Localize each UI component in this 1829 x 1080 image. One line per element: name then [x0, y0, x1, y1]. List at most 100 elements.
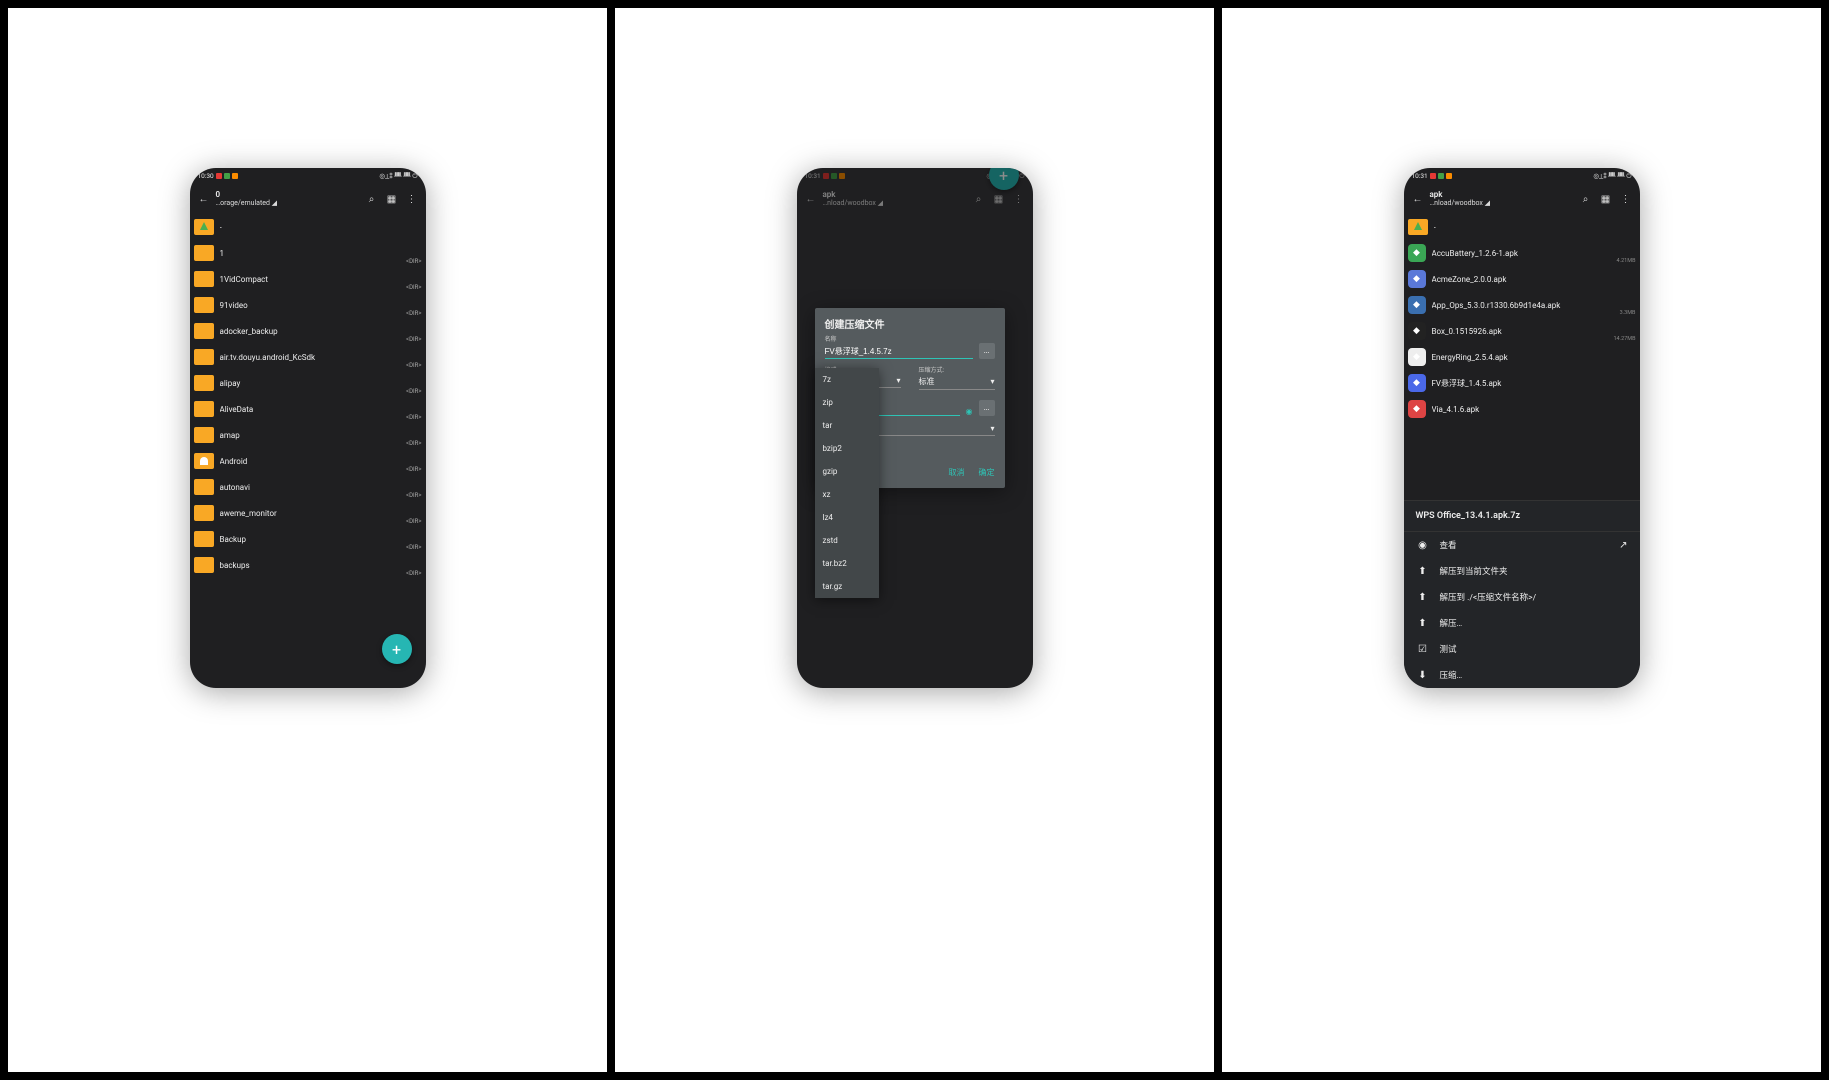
list-item[interactable]: Backup<DIR> [190, 526, 426, 552]
item-label: air.tv.douyu.android_KcSdk [220, 353, 422, 362]
panel-2: 10:31 ◎⟂⁑ ᚙ ᚙ ⏻ ← apk …nload/woodbox ◢ ⌕… [615, 8, 1222, 1072]
path-picker-button[interactable]: … [979, 343, 995, 359]
chevron-down-icon: ▾ [990, 377, 994, 386]
chevron-down-icon: ▾ [990, 424, 994, 433]
path-title[interactable]: apk …nload/woodbox ◢ [823, 191, 967, 207]
title-line2: …nload/woodbox ◢ [1430, 200, 1574, 208]
item-meta: 3.3MB [1620, 310, 1636, 316]
grid-icon[interactable]: ▦ [991, 191, 1007, 207]
item-label: AcmeZone_2.0.0.apk [1432, 275, 1636, 284]
overflow-icon[interactable]: ⋮ [1618, 191, 1634, 207]
format-option[interactable]: xz [815, 483, 879, 506]
back-icon[interactable]: ← [196, 191, 212, 207]
list-item[interactable]: ◆ Via_4.1.6.apk [1404, 396, 1640, 422]
folder-icon [194, 375, 214, 391]
list-item[interactable]: ◆Box_0.1515926.apk14.27MB [1404, 318, 1640, 344]
status-time: 10:31 [805, 172, 821, 180]
cancel-button[interactable]: 取消 [949, 467, 965, 478]
ok-button[interactable]: 确定 [979, 467, 995, 478]
list-item[interactable]: ◆AccuBattery_1.2.6-1.apk4.21MB [1404, 240, 1640, 266]
folder-icon [194, 479, 214, 495]
sheet-title: WPS Office_13.4.1.apk.7z [1404, 501, 1640, 532]
format-option[interactable]: bzip2 [815, 437, 879, 460]
list-item[interactable]: 1VidCompact<DIR> [190, 266, 426, 292]
title-line2: …orage/emulated ◢ [216, 200, 360, 208]
list-item[interactable]: backups<DIR> [190, 552, 426, 578]
item-label: Backup [220, 535, 422, 544]
status-icon [839, 173, 845, 179]
file-list[interactable]: -1<DIR>1VidCompact<DIR>91video<DIR>adock… [190, 214, 426, 688]
app-bar: ← apk …nload/woodbox ◢ ⌕ ▦ ⋮ [1404, 184, 1640, 214]
search-icon[interactable]: ⌕ [971, 191, 987, 207]
list-item[interactable]: air.tv.douyu.android_KcSdk<DIR> [190, 344, 426, 370]
sheet-action[interactable]: ⬇压缩… [1404, 662, 1640, 688]
apk-icon: ◆ [1408, 244, 1426, 262]
dir-tag: <DIR> [406, 544, 421, 551]
fab-add[interactable]: + [382, 634, 412, 664]
format-option[interactable]: zstd [815, 529, 879, 552]
list-item[interactable]: ◆EnergyRing_2.5.4.apk [1404, 344, 1640, 370]
format-option[interactable]: tar.gz [815, 575, 879, 598]
format-option[interactable]: tar [815, 414, 879, 437]
list-item[interactable]: 91video<DIR> [190, 292, 426, 318]
grid-icon[interactable]: ▦ [384, 191, 400, 207]
sheet-action[interactable]: ⬆解压到 ./<压缩文件名称>/ [1404, 584, 1640, 610]
dir-tag: <DIR> [406, 258, 421, 265]
sheet-action[interactable]: ⬆解压到当前文件夹 [1404, 558, 1640, 584]
list-item[interactable]: ◆FV悬浮球_1.4.5.apk [1404, 370, 1640, 396]
list-item[interactable]: alipay<DIR> [190, 370, 426, 396]
list-item[interactable]: autonavi<DIR> [190, 474, 426, 500]
filename-input[interactable] [825, 345, 973, 359]
item-label: App_Ops_5.3.0.r1330.6b9d1e4a.apk [1432, 301, 1636, 310]
name-label: 名称 [825, 334, 995, 343]
password-helper-button[interactable]: … [979, 400, 995, 416]
overflow-icon[interactable]: ⋮ [1011, 191, 1027, 207]
item-label: Android [220, 457, 422, 466]
list-item[interactable]: 1<DIR> [190, 240, 426, 266]
list-item[interactable]: amap<DIR> [190, 422, 426, 448]
item-label: AliveData [220, 405, 422, 414]
format-options-list[interactable]: 7zziptarbzip2gzipxzlz4zstdtar.bz2tar.gz [815, 368, 879, 598]
item-label: Via_4.1.6.apk [1432, 405, 1636, 414]
sheet-action[interactable]: ◉查看↗ [1404, 532, 1640, 558]
back-icon[interactable]: ← [803, 191, 819, 207]
chevron-down-icon: ▾ [896, 376, 900, 385]
folder-icon [194, 349, 214, 365]
item-label: EnergyRing_2.5.4.apk [1432, 353, 1636, 362]
search-icon[interactable]: ⌕ [1578, 191, 1594, 207]
list-item[interactable]: - [1404, 214, 1640, 240]
compress-value: 标准 [919, 376, 935, 387]
item-label: Box_0.1515926.apk [1432, 327, 1636, 336]
action-icon: ◉ [1416, 540, 1430, 551]
folder-icon [194, 297, 214, 313]
list-item[interactable]: - [190, 214, 426, 240]
sheet-action[interactable]: ⬆解压… [1404, 610, 1640, 636]
action-icon: ⬆ [1416, 592, 1430, 603]
status-icon [1430, 173, 1436, 179]
path-title[interactable]: apk …nload/woodbox ◢ [1430, 191, 1574, 207]
grid-icon[interactable]: ▦ [1598, 191, 1614, 207]
list-item[interactable]: AliveData<DIR> [190, 396, 426, 422]
status-icon [232, 173, 238, 179]
folder-icon [194, 323, 214, 339]
list-item[interactable]: Android<DIR> [190, 448, 426, 474]
search-icon[interactable]: ⌕ [364, 191, 380, 207]
overflow-icon[interactable]: ⋮ [404, 191, 420, 207]
format-option[interactable]: gzip [815, 460, 879, 483]
format-option[interactable]: lz4 [815, 506, 879, 529]
format-option[interactable]: tar.bz2 [815, 552, 879, 575]
path-title[interactable]: 0 …orage/emulated ◢ [216, 191, 360, 207]
list-item[interactable]: ◆AcmeZone_2.0.0.apk [1404, 266, 1640, 292]
list-item[interactable]: ◆App_Ops_5.3.0.r1330.6b9d1e4a.apk3.3MB [1404, 292, 1640, 318]
eye-icon[interactable]: ◉ [966, 407, 973, 416]
action-label: 解压… [1440, 617, 1628, 629]
back-icon[interactable]: ← [1410, 191, 1426, 207]
format-option[interactable]: 7z [815, 368, 879, 391]
folder-icon [194, 427, 214, 443]
compress-dropdown[interactable]: 标准 ▾ [919, 374, 995, 390]
list-item[interactable]: aweme_monitor<DIR> [190, 500, 426, 526]
format-option[interactable]: zip [815, 391, 879, 414]
apk-icon: ◆ [1408, 400, 1426, 418]
sheet-action[interactable]: ☑测试 [1404, 636, 1640, 662]
list-item[interactable]: adocker_backup<DIR> [190, 318, 426, 344]
